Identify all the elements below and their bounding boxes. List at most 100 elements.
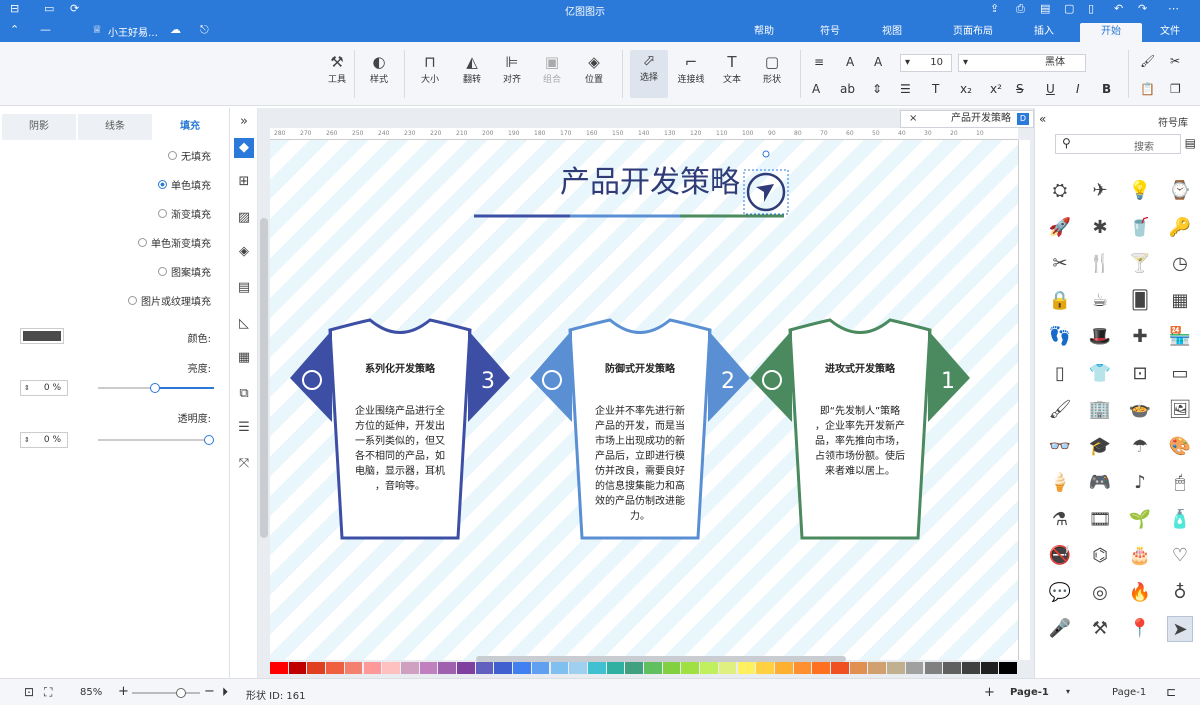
radio[interactable] <box>138 238 147 247</box>
slider-thumb[interactable] <box>204 435 214 445</box>
drink-icon[interactable]: 🥤 <box>1127 215 1153 241</box>
radio[interactable] <box>128 296 137 305</box>
text-case-icon[interactable]: T <box>932 82 939 96</box>
palette-swatch[interactable] <box>700 662 718 674</box>
refresh-icon[interactable]: ⟳ <box>70 2 79 15</box>
palette-swatch[interactable] <box>550 662 569 674</box>
palette-swatch[interactable] <box>718 662 737 674</box>
fire-icon[interactable]: 🔥 <box>1127 580 1153 606</box>
pin-icon[interactable]: 📍 <box>1127 616 1153 642</box>
watch-icon[interactable]: ⌚ <box>1167 178 1193 204</box>
fit-icon[interactable]: ⤧ <box>234 454 254 474</box>
connector-button[interactable]: ⌐ 连接线 <box>672 52 710 85</box>
open-icon[interactable]: ▢ <box>1064 2 1074 15</box>
palette-swatch[interactable] <box>475 662 494 674</box>
first-aid-icon[interactable]: ✚ <box>1127 324 1153 350</box>
palette-swatch[interactable] <box>307 662 326 674</box>
page-view-icon[interactable]: ⊏ <box>1166 685 1176 699</box>
superscript-icon[interactable]: x² <box>990 82 1002 96</box>
add-page-button[interactable]: + <box>984 685 995 700</box>
bullet-list-icon[interactable]: ☰ <box>900 82 911 96</box>
palette-swatch[interactable] <box>793 662 812 674</box>
zoom-out-button[interactable]: − <box>204 684 215 699</box>
more-icon[interactable]: ⋯ <box>1168 2 1179 15</box>
zoom-thumb[interactable] <box>176 688 186 698</box>
navigate-icon[interactable]: ➤ <box>1167 616 1193 642</box>
diagram-title[interactable]: 产品开发策略 <box>560 165 740 200</box>
shirt-icon[interactable]: 👕 <box>1087 361 1113 387</box>
bulb2-icon[interactable]: ♁ <box>1167 580 1193 606</box>
group-button[interactable]: ▣ 组合 <box>536 52 568 85</box>
palette-swatch[interactable] <box>681 662 700 674</box>
flask-icon[interactable]: ⚗ <box>1047 507 1073 533</box>
font-size-select[interactable]: 10 ▾ <box>900 54 952 72</box>
umbrella-icon[interactable]: ☂ <box>1127 434 1153 460</box>
rocket-icon[interactable]: 🚀 <box>1047 215 1073 241</box>
zoom-slider[interactable] <box>132 688 200 698</box>
grid-icon[interactable]: ▦ <box>1167 288 1193 314</box>
save-icon[interactable]: ▤ <box>1040 2 1050 15</box>
paste-icon[interactable]: 📋 <box>1140 82 1155 96</box>
palette-swatch[interactable] <box>457 662 475 674</box>
page-tab[interactable]: Page-1 <box>1010 687 1049 698</box>
food-icon[interactable]: 🍲 <box>1127 397 1153 423</box>
tab-insert[interactable]: 插入 <box>1022 23 1066 42</box>
bird-icon[interactable]: ✈ <box>1087 178 1113 204</box>
key-icon[interactable]: 🔑 <box>1167 215 1193 241</box>
radio[interactable] <box>168 151 177 160</box>
palette-swatch[interactable] <box>831 662 849 674</box>
palette-swatch[interactable] <box>494 662 513 674</box>
palette-swatch[interactable] <box>644 662 662 674</box>
target-icon[interactable]: ◎ <box>1087 580 1113 606</box>
no-smoking-icon[interactable]: 🚭 <box>1047 543 1073 569</box>
tab-line[interactable]: 线条 <box>78 114 152 140</box>
collapse-panel-icon[interactable]: « <box>1039 112 1046 126</box>
transparency-input[interactable]: 0 % ⇕ <box>20 432 68 448</box>
horizontal-scrollbar[interactable] <box>476 656 846 662</box>
play-icon[interactable]: ⏵ <box>222 685 228 700</box>
chart-icon[interactable]: ◺ <box>234 314 254 334</box>
palette-swatch[interactable] <box>400 662 419 674</box>
tab-page-layout[interactable]: 页面布局 <box>940 23 1006 42</box>
brightness-input[interactable]: 0 % ⇕ <box>20 380 68 396</box>
mic-icon[interactable]: 🎤 <box>1047 616 1073 642</box>
export-icon[interactable]: ⧉ <box>234 384 254 404</box>
image-icon[interactable]: ▨ <box>234 208 254 228</box>
bottle-icon[interactable]: 🧴 <box>1167 507 1193 533</box>
fill-option-solid[interactable]: 单色填充 <box>158 177 211 192</box>
layers-icon[interactable]: ◈ <box>234 242 254 262</box>
palette-swatch[interactable] <box>606 662 625 674</box>
share-icon[interactable]: ⇪ <box>990 2 999 15</box>
building-icon[interactable]: 🏢 <box>1087 397 1113 423</box>
spinner-icon[interactable]: ⇕ <box>24 433 30 447</box>
palette-swatch[interactable] <box>270 662 288 674</box>
tab-help[interactable]: 帮助 <box>742 23 786 42</box>
undo-icon[interactable]: ↶ <box>1114 2 1123 15</box>
transparency-slider[interactable] <box>98 435 214 445</box>
hammer-icon[interactable]: ⚒ <box>1087 616 1113 642</box>
zoom-level[interactable]: 85% <box>80 687 102 698</box>
zoom-in-button[interactable]: + <box>118 684 129 699</box>
palette-swatch[interactable] <box>756 662 774 674</box>
text-button[interactable]: T 文本 <box>716 52 748 85</box>
phone-icon[interactable]: ▯ <box>1047 361 1073 387</box>
fill-option-none[interactable]: 无填充 <box>168 148 211 163</box>
tab-shadow[interactable]: 阴影 <box>2 114 76 140</box>
hat-icon[interactable]: 🎩 <box>1087 324 1113 350</box>
vertical-scrollbar[interactable] <box>260 218 268 538</box>
palette-swatch[interactable] <box>363 662 382 674</box>
page-icon[interactable]: ▤ <box>234 278 254 298</box>
palette-swatch[interactable] <box>924 662 943 674</box>
cloud-icon[interactable]: ☁ <box>170 23 181 36</box>
subscript-icon[interactable]: x₂ <box>960 82 972 96</box>
tools-button[interactable]: ⚒ 工具 <box>320 52 354 85</box>
search-icon[interactable]: ⚲ <box>1062 136 1071 150</box>
document-tab[interactable]: × 产品开发策略 D <box>900 110 1034 128</box>
copy-icon[interactable]: ❐ <box>1170 82 1181 96</box>
palette-swatch[interactable] <box>344 662 363 674</box>
space-icon[interactable]: ⛭ <box>1047 178 1073 204</box>
style-button[interactable]: ◐ 样式 <box>362 52 396 85</box>
palette-swatch[interactable] <box>868 662 887 674</box>
page-selector[interactable]: Page-1 <box>1112 687 1146 698</box>
palette-swatch[interactable] <box>662 662 681 674</box>
